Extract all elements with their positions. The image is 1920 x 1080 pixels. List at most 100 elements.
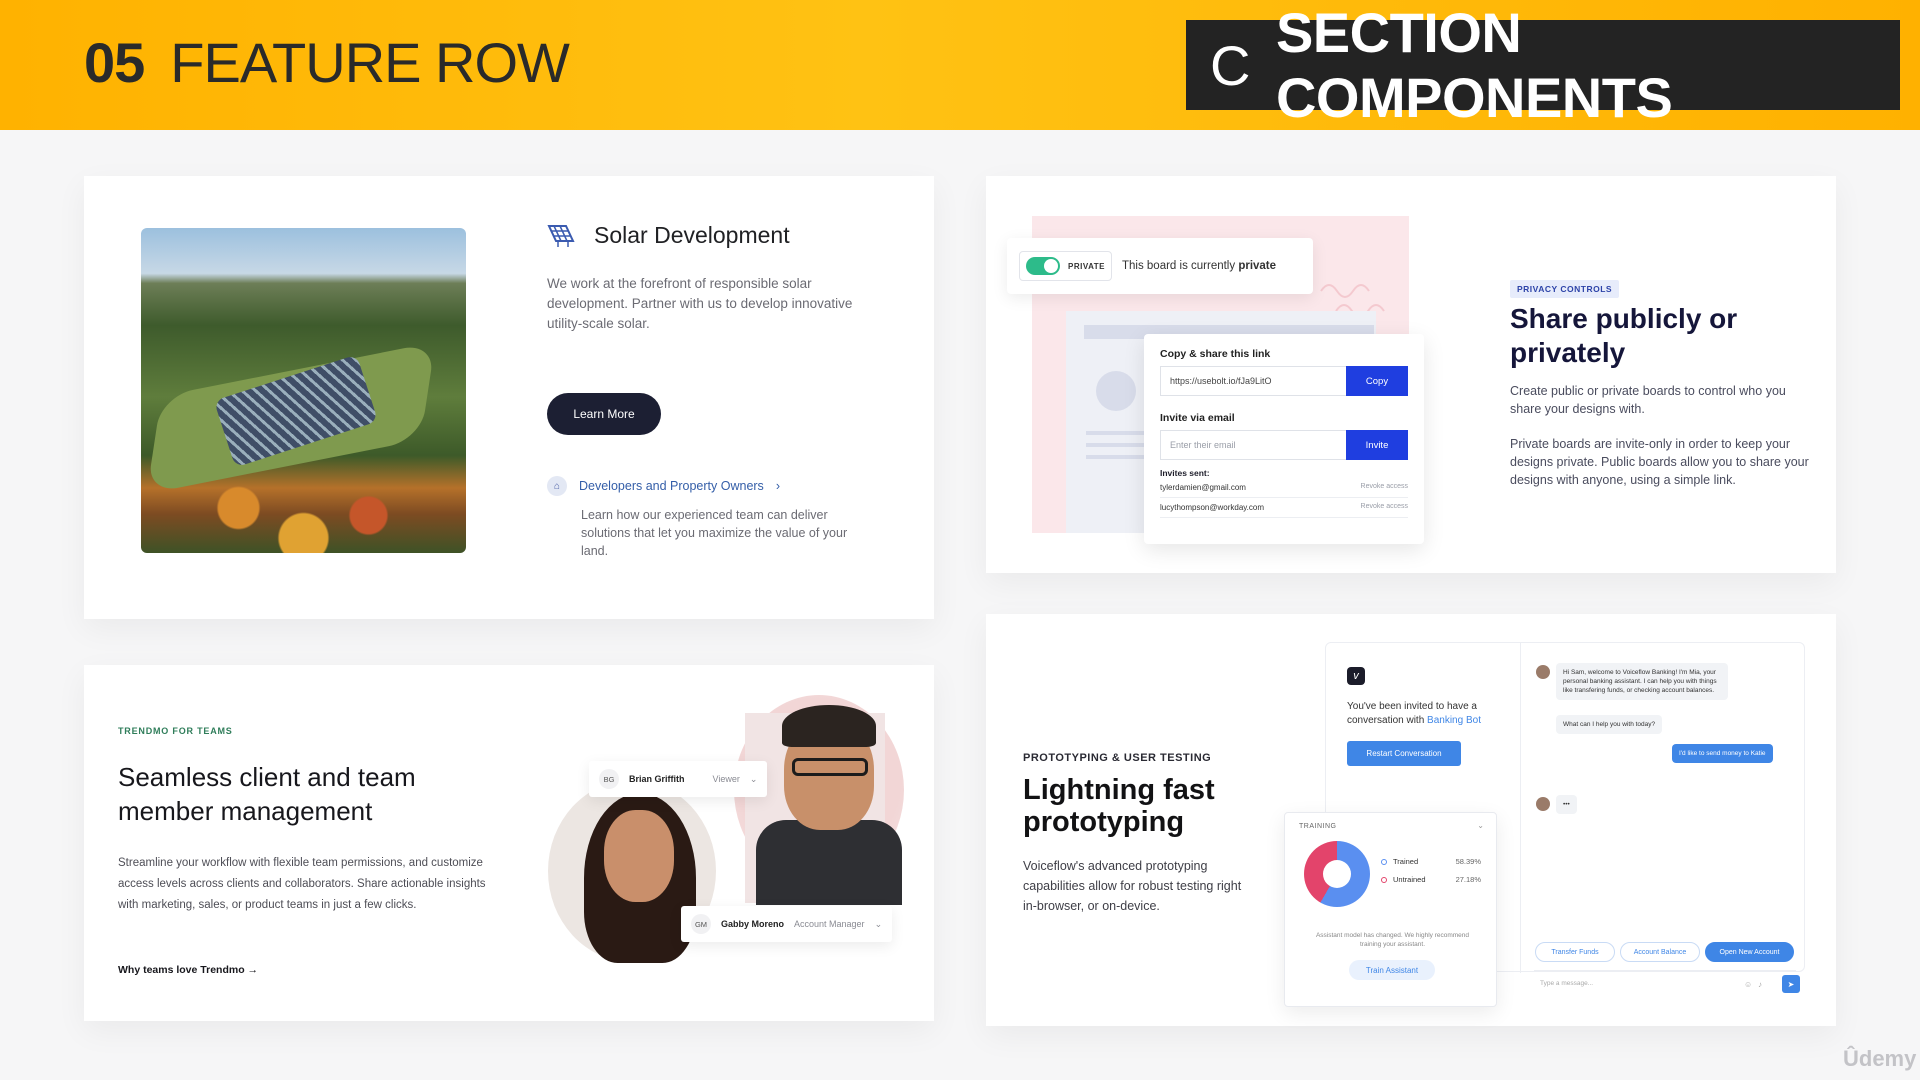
share-heading: Copy & share this link (1160, 348, 1271, 360)
invite-list-item: tylerdamien@gmail.com Revoke access (1160, 478, 1408, 498)
bot-message: What can I help you with today? (1556, 715, 1663, 734)
toggle-switch[interactable] (1026, 257, 1060, 275)
learn-more-button[interactable]: Learn More (547, 393, 661, 435)
training-label: TRAINING (1299, 823, 1337, 830)
send-button[interactable]: ➤ (1782, 975, 1800, 993)
section-title: SECTION COMPONENTS (1275, 1, 1673, 129)
trained-percent: 58.39% (1455, 857, 1481, 866)
developers-link[interactable]: Developers and Property Owners (579, 479, 764, 493)
man-portrait-glasses (792, 758, 868, 776)
prototyping-eyebrow: PROTOTYPING & USER TESTING (1023, 752, 1212, 764)
udemy-watermark: Ûdemy (1843, 1046, 1917, 1071)
member-role[interactable]: Account Manager (794, 919, 865, 929)
copy-button[interactable]: Copy (1346, 366, 1408, 396)
member-name: Gabby Moreno (721, 919, 785, 929)
board-preview-line (1086, 443, 1146, 447)
bot-avatar (1536, 665, 1550, 679)
board-status: This board is currently private (1122, 260, 1276, 272)
share-link-row: https://usebolt.io/fJa9LitO Copy (1160, 366, 1408, 396)
member-role[interactable]: Viewer (713, 774, 740, 784)
invite-text: You've been invited to have a conversati… (1347, 700, 1507, 728)
header-banner: 05 FEATURE ROW C SECTION COMPONENTS (0, 0, 1920, 130)
privacy-title: Share publicly or privately (1510, 303, 1738, 368)
quick-reply-button[interactable]: Transfer Funds (1535, 942, 1615, 962)
privacy-feature-card: PRIVATE This board is currently private … (986, 176, 1836, 573)
legend-trained: Trained 58.39% (1381, 857, 1481, 866)
member-name: Brian Griffith (629, 774, 685, 784)
chevron-down-icon[interactable]: ⌄ (1477, 821, 1484, 830)
quick-reply-button[interactable]: Open New Account (1705, 942, 1794, 962)
invite-button[interactable]: Invite (1346, 430, 1408, 460)
lesson-title: FEATURE ROW (170, 31, 570, 94)
status-value: private (1238, 260, 1277, 272)
teams-eyebrow: TRENDMO FOR TEAMS (118, 726, 233, 736)
revoke-access-link[interactable]: Revoke access (1361, 483, 1408, 492)
member-initials: GM (691, 914, 711, 934)
chevron-down-icon: ⌄ (874, 918, 883, 929)
bot-avatar (1536, 797, 1550, 811)
member-chip[interactable]: BG Brian Griffith Viewer ⌄ (589, 761, 768, 797)
invite-email: tylerdamien@gmail.com (1160, 483, 1246, 492)
board-preview-avatar (1096, 371, 1136, 411)
privacy-toggle-card: PRIVATE This board is currently private (1007, 238, 1313, 294)
teams-feature-card: TRENDMO FOR TEAMS Seamless client and te… (84, 665, 934, 1021)
untrained-percent: 27.18% (1455, 875, 1481, 884)
typing-indicator: ••• (1556, 795, 1577, 814)
trained-label: Trained (1393, 857, 1419, 866)
audio-icon[interactable]: ♪ (1758, 980, 1762, 989)
toggle-label: PRIVATE (1068, 261, 1105, 271)
bot-message: Hi Sam, welcome to Voiceflow Banking! I'… (1556, 663, 1728, 700)
teams-description: Streamline your workflow with flexible t… (118, 857, 486, 911)
invites-sent-label: Invites sent: (1160, 468, 1210, 478)
invite-heading: Invite via email (1160, 412, 1235, 424)
man-portrait-hair (782, 705, 876, 747)
prototyping-feature-card: PROTOTYPING & USER TESTING Lightning fas… (986, 614, 1836, 1026)
solar-heading: Solar Development (546, 222, 790, 249)
lesson-heading: 05 FEATURE ROW (84, 30, 570, 95)
private-toggle[interactable]: PRIVATE (1019, 251, 1112, 281)
solar-title: Solar Development (594, 222, 790, 248)
status-prefix: This board is currently (1121, 260, 1236, 272)
window-divider (1520, 643, 1521, 973)
privacy-paragraph-1: Create public or private boards to contr… (1510, 384, 1786, 416)
message-input[interactable]: Type a message... (1540, 980, 1593, 987)
legend-untrained: Untrained 27.18% (1381, 875, 1481, 884)
woman-portrait-face (604, 810, 674, 902)
quick-reply-button[interactable]: Account Balance (1620, 942, 1700, 962)
prototyping-description: Voiceflow's advanced prototyping capabil… (1023, 859, 1242, 913)
training-panel: TRAINING ⌄ Trained 58.39% Untrained 27.1… (1284, 812, 1497, 1007)
invite-list-item: lucythompson@workday.com Revoke access (1160, 498, 1408, 518)
revoke-access-link[interactable]: Revoke access (1361, 503, 1408, 512)
solar-panel-icon (547, 224, 575, 247)
email-input[interactable]: Enter their email (1160, 430, 1346, 460)
invite-row: Enter their email Invite (1160, 430, 1408, 460)
member-initials: BG (599, 769, 619, 789)
restart-conversation-button[interactable]: Restart Conversation (1347, 741, 1461, 766)
share-url-field[interactable]: https://usebolt.io/fJa9LitO (1160, 366, 1346, 396)
teams-title: Seamless client and team member manageme… (118, 762, 416, 826)
section-heading: C SECTION COMPONENTS (1186, 1, 1900, 129)
man-portrait-suit (756, 820, 902, 905)
privacy-paragraph-2: Private boards are invite-only in order … (1510, 437, 1809, 487)
train-assistant-button[interactable]: Train Assistant (1349, 960, 1435, 980)
lesson-number: 05 (84, 31, 145, 94)
developers-description: Learn how our experienced team can deliv… (581, 508, 848, 558)
untrained-label: Untrained (1393, 875, 1426, 884)
solar-description: We work at the forefront of responsible … (547, 276, 853, 331)
voiceflow-logo-icon: v (1347, 667, 1365, 685)
bot-name[interactable]: Banking Bot (1427, 715, 1481, 726)
composer-divider (1534, 970, 1796, 971)
member-chip[interactable]: GM Gabby Moreno Account Manager ⌄ (681, 906, 893, 942)
why-teams-link[interactable]: Why teams love Trendmo → (118, 964, 258, 976)
user-message: I'd like to send money to Katie (1672, 744, 1773, 763)
training-message: Assistant model has changed. We highly r… (1315, 932, 1470, 948)
emoji-icon[interactable]: ☺ (1744, 980, 1752, 989)
trained-dot-icon (1381, 858, 1387, 865)
developers-link-row[interactable]: ⌂ Developers and Property Owners › (547, 476, 780, 496)
invite-email: lucythompson@workday.com (1160, 503, 1265, 512)
photo-foliage (141, 478, 466, 553)
training-donut-chart (1304, 841, 1370, 907)
chevron-down-icon: ⌄ (749, 773, 758, 784)
share-panel: Copy & share this link https://usebolt.i… (1144, 334, 1424, 544)
prototyping-title: Lightning fast prototyping (1023, 774, 1215, 838)
